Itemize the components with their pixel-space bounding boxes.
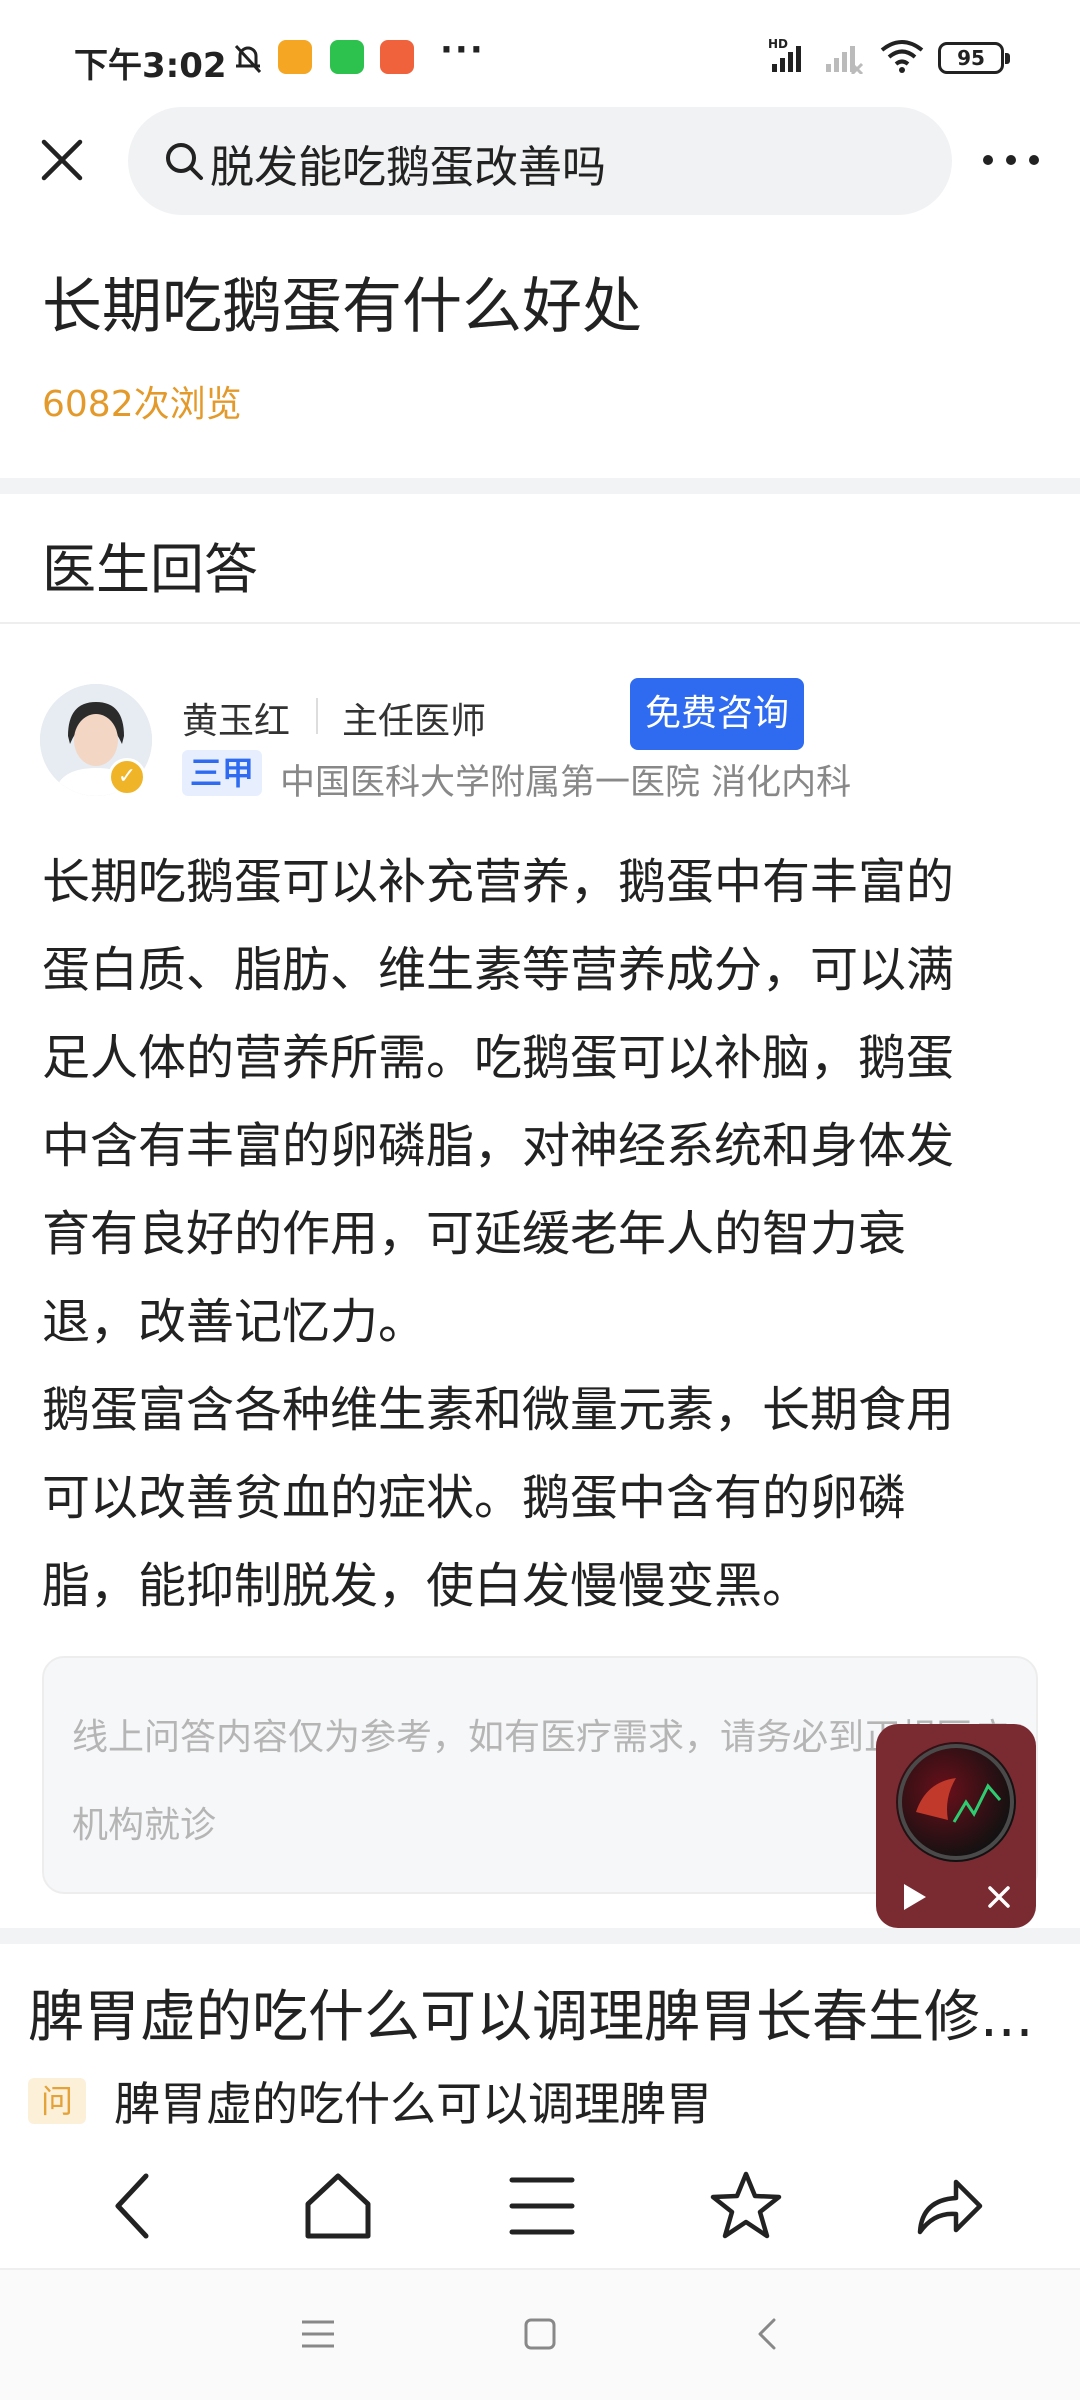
divider [0,622,1080,624]
battery-icon: 95 [938,42,1010,74]
section-divider [0,478,1080,494]
thumbnail-image [898,1744,1014,1860]
disclaimer-text: 线上问答内容仅为参考，如有医疗需求，请务必到正规医疗机构就诊 [72,1717,1009,1846]
share-icon[interactable] [908,2166,988,2246]
answer-paragraph: 长期吃鹅蛋可以补充营养，鹅蛋中有丰富的 蛋白质、脂肪、维生素等营养成分，可以满 … [42,854,955,1350]
name-separator [316,698,318,734]
related-question-subtitle[interactable]: 脾胃虚的吃什么可以调理脾胃 [114,2068,712,2134]
wifi-icon [880,40,924,73]
play-icon[interactable] [896,1880,930,1914]
search-icon [166,143,203,180]
doctor-hospital: 中国医科大学附属第一医院 消化内科 [280,763,852,803]
more-options-icon[interactable] [978,130,1044,190]
section-divider [0,1928,1080,1944]
star-favorite-icon[interactable] [706,2166,786,2246]
status-bar: 下午3:02 ··· HD 95 [0,0,1080,110]
hospital-grade-badge: 三甲 [182,750,262,796]
app-notification-icon [278,40,312,74]
hd-signal-icon: HD [768,37,801,72]
free-consult-button[interactable]: 免费咨询 [630,678,804,750]
home-icon[interactable] [298,2166,378,2246]
mute-bell-icon [234,44,262,74]
question-title: 长期吃鹅蛋有什么好处 [42,272,642,342]
player-thumbnail[interactable] [896,1742,1016,1862]
doctor-name[interactable]: 黄玉红 [182,692,290,744]
close-icon[interactable] [36,134,88,186]
verified-badge-icon: ✓ [108,758,146,796]
answer-paragraph: 鹅蛋富含各种维生素和微量元素，长期食用 可以改善贫血的症状。鹅蛋中含有的卵磷 脂… [42,1382,955,1614]
related-question-title[interactable]: 脾胃虚的吃什么可以调理脾胃长春生修... [28,1972,1068,2053]
doctor-title: 主任医师 [342,701,487,742]
close-player-icon[interactable] [984,1882,1014,1912]
question-badge: 问 [28,2078,86,2124]
wechat-icon [330,40,364,74]
system-back-icon[interactable] [746,2312,790,2356]
signal-icon [826,46,864,74]
view-count: 6082次浏览 [42,384,242,425]
svg-text:HD: HD [768,37,788,51]
more-dots-icon: ··· [440,30,485,70]
floating-video-player[interactable] [876,1724,1036,1928]
system-home-icon[interactable] [518,2312,562,2356]
search-query: 脱发能吃鹅蛋改善吗 [210,142,606,193]
back-icon[interactable] [96,2166,176,2246]
search-bar[interactable]: 脱发能吃鹅蛋改善吗 [128,107,952,215]
answer-body: 长期吃鹅蛋可以补充营养，鹅蛋中有丰富的 蛋白质、脂肪、维生素等营养成分，可以满 … [42,838,1042,1630]
menu-icon[interactable] [502,2166,582,2246]
recent-apps-icon[interactable] [296,2312,340,2356]
section-title: 医生回答 [42,538,258,601]
battery-level: 95 [945,47,997,69]
status-time: 下午3:02 [74,46,227,86]
app-notification-icon [380,40,414,74]
